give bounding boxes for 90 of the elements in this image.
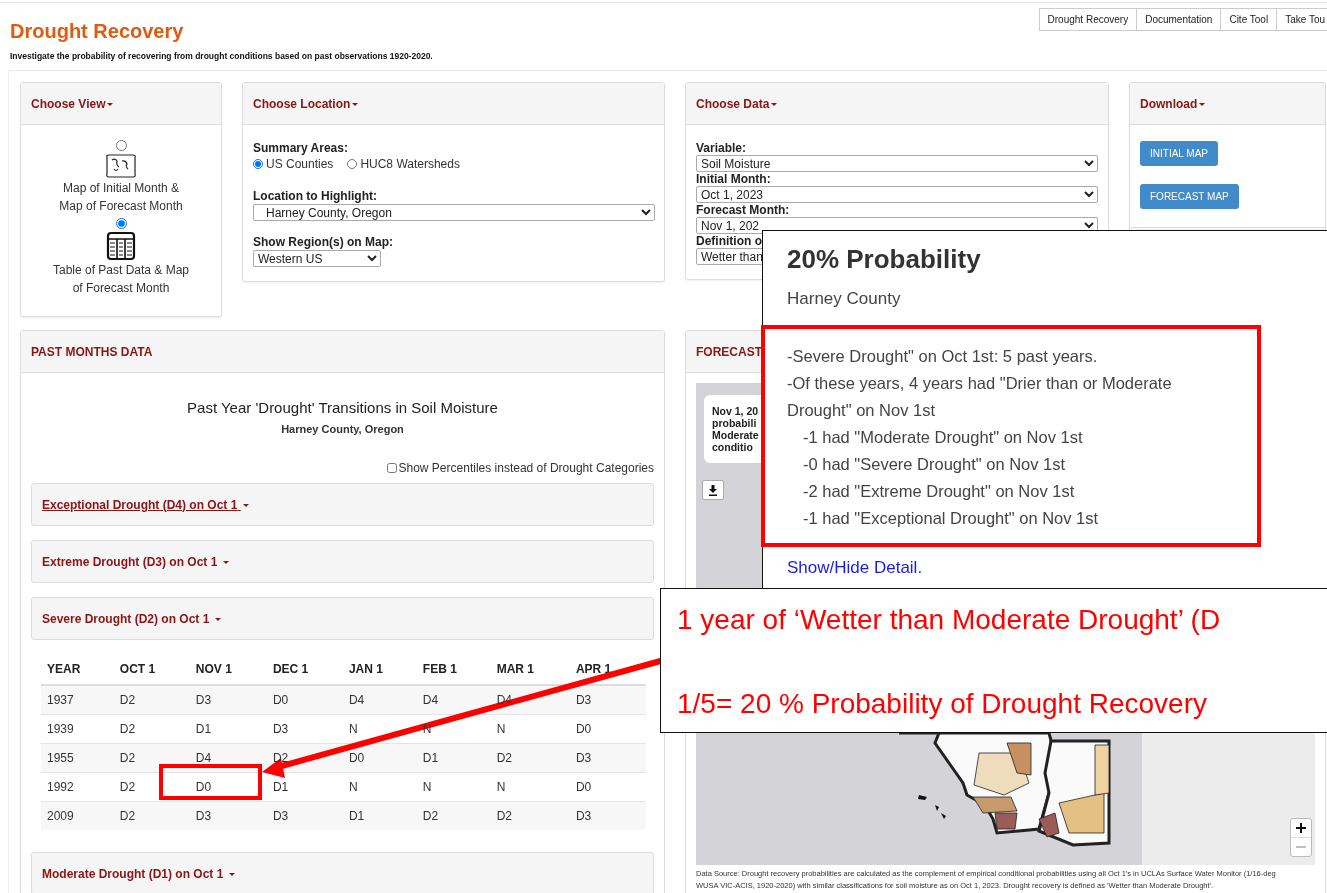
panel-title[interactable]: Download: [1140, 96, 1206, 111]
table-cell: D2: [113, 685, 190, 715]
field-label: Definition o: [696, 234, 763, 248]
table-cell: D2: [490, 743, 570, 773]
detail-line: -Of these years, 4 years had "Drier than or Moderate Drought" on Nov 1st: [787, 373, 1173, 421]
detail-line: -1 had "Moderate Drought" on Nov 1st: [802, 427, 1084, 448]
region-select[interactable]: Western US: [253, 250, 381, 267]
table-cell: D2: [113, 772, 190, 802]
field-label: Summary Areas:: [253, 141, 349, 155]
table-title: Past Year 'Drought' Transitions in Soil Moisture: [186, 399, 499, 416]
panel-title: PAST MONTHS DATA: [31, 344, 153, 359]
panel-title[interactable]: Choose Location: [253, 96, 359, 111]
page-title: Drought Recovery: [10, 20, 185, 43]
table-cell: D0: [266, 685, 343, 715]
radio-label: US Counties: [266, 157, 334, 171]
data-select[interactable]: Soil Moisture: [696, 155, 1098, 172]
table-cell: 1955: [41, 743, 114, 773]
detail-line: -2 had "Extreme Drought" on Nov 1st: [802, 481, 1076, 502]
accordion-title: Exceptional Drought (D4) on Oct 1: [42, 497, 249, 512]
field-label: Forecast Month:: [696, 203, 791, 217]
table-cell: D3: [266, 714, 343, 744]
field-label: Initial Month:: [696, 172, 772, 186]
table-cell: D2: [113, 714, 190, 744]
table-cell: D2: [490, 801, 570, 830]
table-cell: D1: [416, 743, 491, 773]
download-button[interactable]: FORECAST MAP: [1140, 184, 1239, 209]
radio-label: HUC8 Watersheds: [360, 157, 460, 171]
download-button[interactable]: INITIAL MAP: [1140, 141, 1218, 166]
nav-button[interactable]: Take Tou: [1276, 8, 1327, 31]
annotation-text: 1/5= 20 % Probability of Drought Recovery: [677, 687, 1208, 721]
field-label: Show Region(s) on Map:: [253, 235, 394, 249]
table-cell: D4: [416, 685, 491, 715]
table-cell: D0: [342, 743, 417, 773]
detail-line: -1 had "Exceptional Drought" on Nov 1st: [802, 508, 1100, 529]
table-cell: D2: [113, 801, 190, 830]
location-select[interactable]: Harney County, Oregon: [253, 204, 655, 221]
table-cell: D0: [569, 772, 646, 802]
annotation-text: 1 year of ‘Wetter than Moderate Drought’ (D: [677, 603, 1222, 637]
card-text: conditio: [712, 441, 753, 453]
table-cell: D0: [569, 714, 646, 744]
table-cell: D1: [342, 801, 417, 830]
table-cell: 1937: [41, 685, 114, 715]
table-cell: D3: [189, 685, 267, 715]
table-cell: D4: [342, 685, 417, 715]
table-cell: N: [416, 772, 491, 802]
field-label: Variable:: [696, 141, 748, 155]
show-hide-link[interactable]: Show/Hide Detail.: [787, 558, 923, 578]
table-cell: 2009: [41, 801, 114, 830]
accordion-title: Severe Drought (D2) on Oct 1: [42, 611, 221, 626]
card-text: probabili: [712, 417, 757, 429]
table-cell: 1992: [41, 772, 114, 802]
card-text: Nov 1, 20: [712, 405, 759, 417]
field-label: Location to Highlight:: [253, 189, 378, 203]
table-cell: N: [490, 714, 570, 744]
accordion-header[interactable]: Moderate Drought (D1) on Oct 1: [31, 852, 654, 893]
table-cell: D3: [569, 685, 646, 715]
view-option-label: Map of Initial Month & Map of Forecast Month: [58, 180, 184, 215]
accordion-title: Moderate Drought (D1) on Oct 1: [42, 866, 235, 881]
table-cell: D2: [416, 801, 491, 830]
table-cell: N: [342, 772, 417, 802]
table-cell: D1: [189, 714, 267, 744]
panel-title: FORECAST: [696, 344, 762, 359]
table-cell: 1939: [41, 714, 114, 744]
table-cell: D2: [113, 743, 190, 773]
accordion-header[interactable]: Extreme Drought (D3) on Oct 1: [31, 540, 654, 583]
detail-line: -0 had "Severe Drought" on Nov 1st: [802, 454, 1067, 475]
accordion-header[interactable]: Exceptional Drought (D4) on Oct 1: [31, 483, 654, 526]
panel-title[interactable]: Choose Data: [696, 96, 778, 111]
location-label: Harney County, Oregon: [280, 423, 405, 435]
panel-title[interactable]: Choose View: [31, 96, 114, 111]
accordion-title: Extreme Drought (D3) on Oct 1: [42, 554, 229, 569]
table-cell: D3: [569, 743, 646, 773]
checkbox-label: Show Percentiles instead of Drought Categories: [398, 461, 654, 475]
card-text: Moderate: [712, 429, 759, 441]
table-cell: D3: [569, 801, 646, 830]
view-option-label: Table of Past Data & Map of Forecast Month: [51, 262, 191, 297]
nav-button[interactable]: Cite Tool: [1220, 8, 1278, 31]
data-select[interactable]: Oct 1, 2023: [696, 186, 1098, 203]
popup-subtitle: Harney County: [787, 289, 902, 309]
accordion-header[interactable]: Severe Drought (D2) on Oct 1: [31, 597, 654, 640]
nav-button[interactable]: Drought Recovery: [1038, 8, 1138, 31]
table-cell: N: [490, 772, 570, 802]
table-cell: D3: [266, 801, 343, 830]
page-subtitle: Investigate the probability of recovering from drought conditions based on past observations 1920-2020.: [10, 51, 433, 61]
nav-button[interactable]: Documentation: [1136, 8, 1222, 31]
popup-title: 20% Probability: [787, 244, 982, 275]
table-cell: N: [342, 714, 417, 744]
table-cell: D3: [189, 801, 267, 830]
table-cell: D0: [189, 772, 267, 802]
detail-line: -Severe Drought" on Oct 1st: 5 past years.: [787, 346, 1099, 367]
